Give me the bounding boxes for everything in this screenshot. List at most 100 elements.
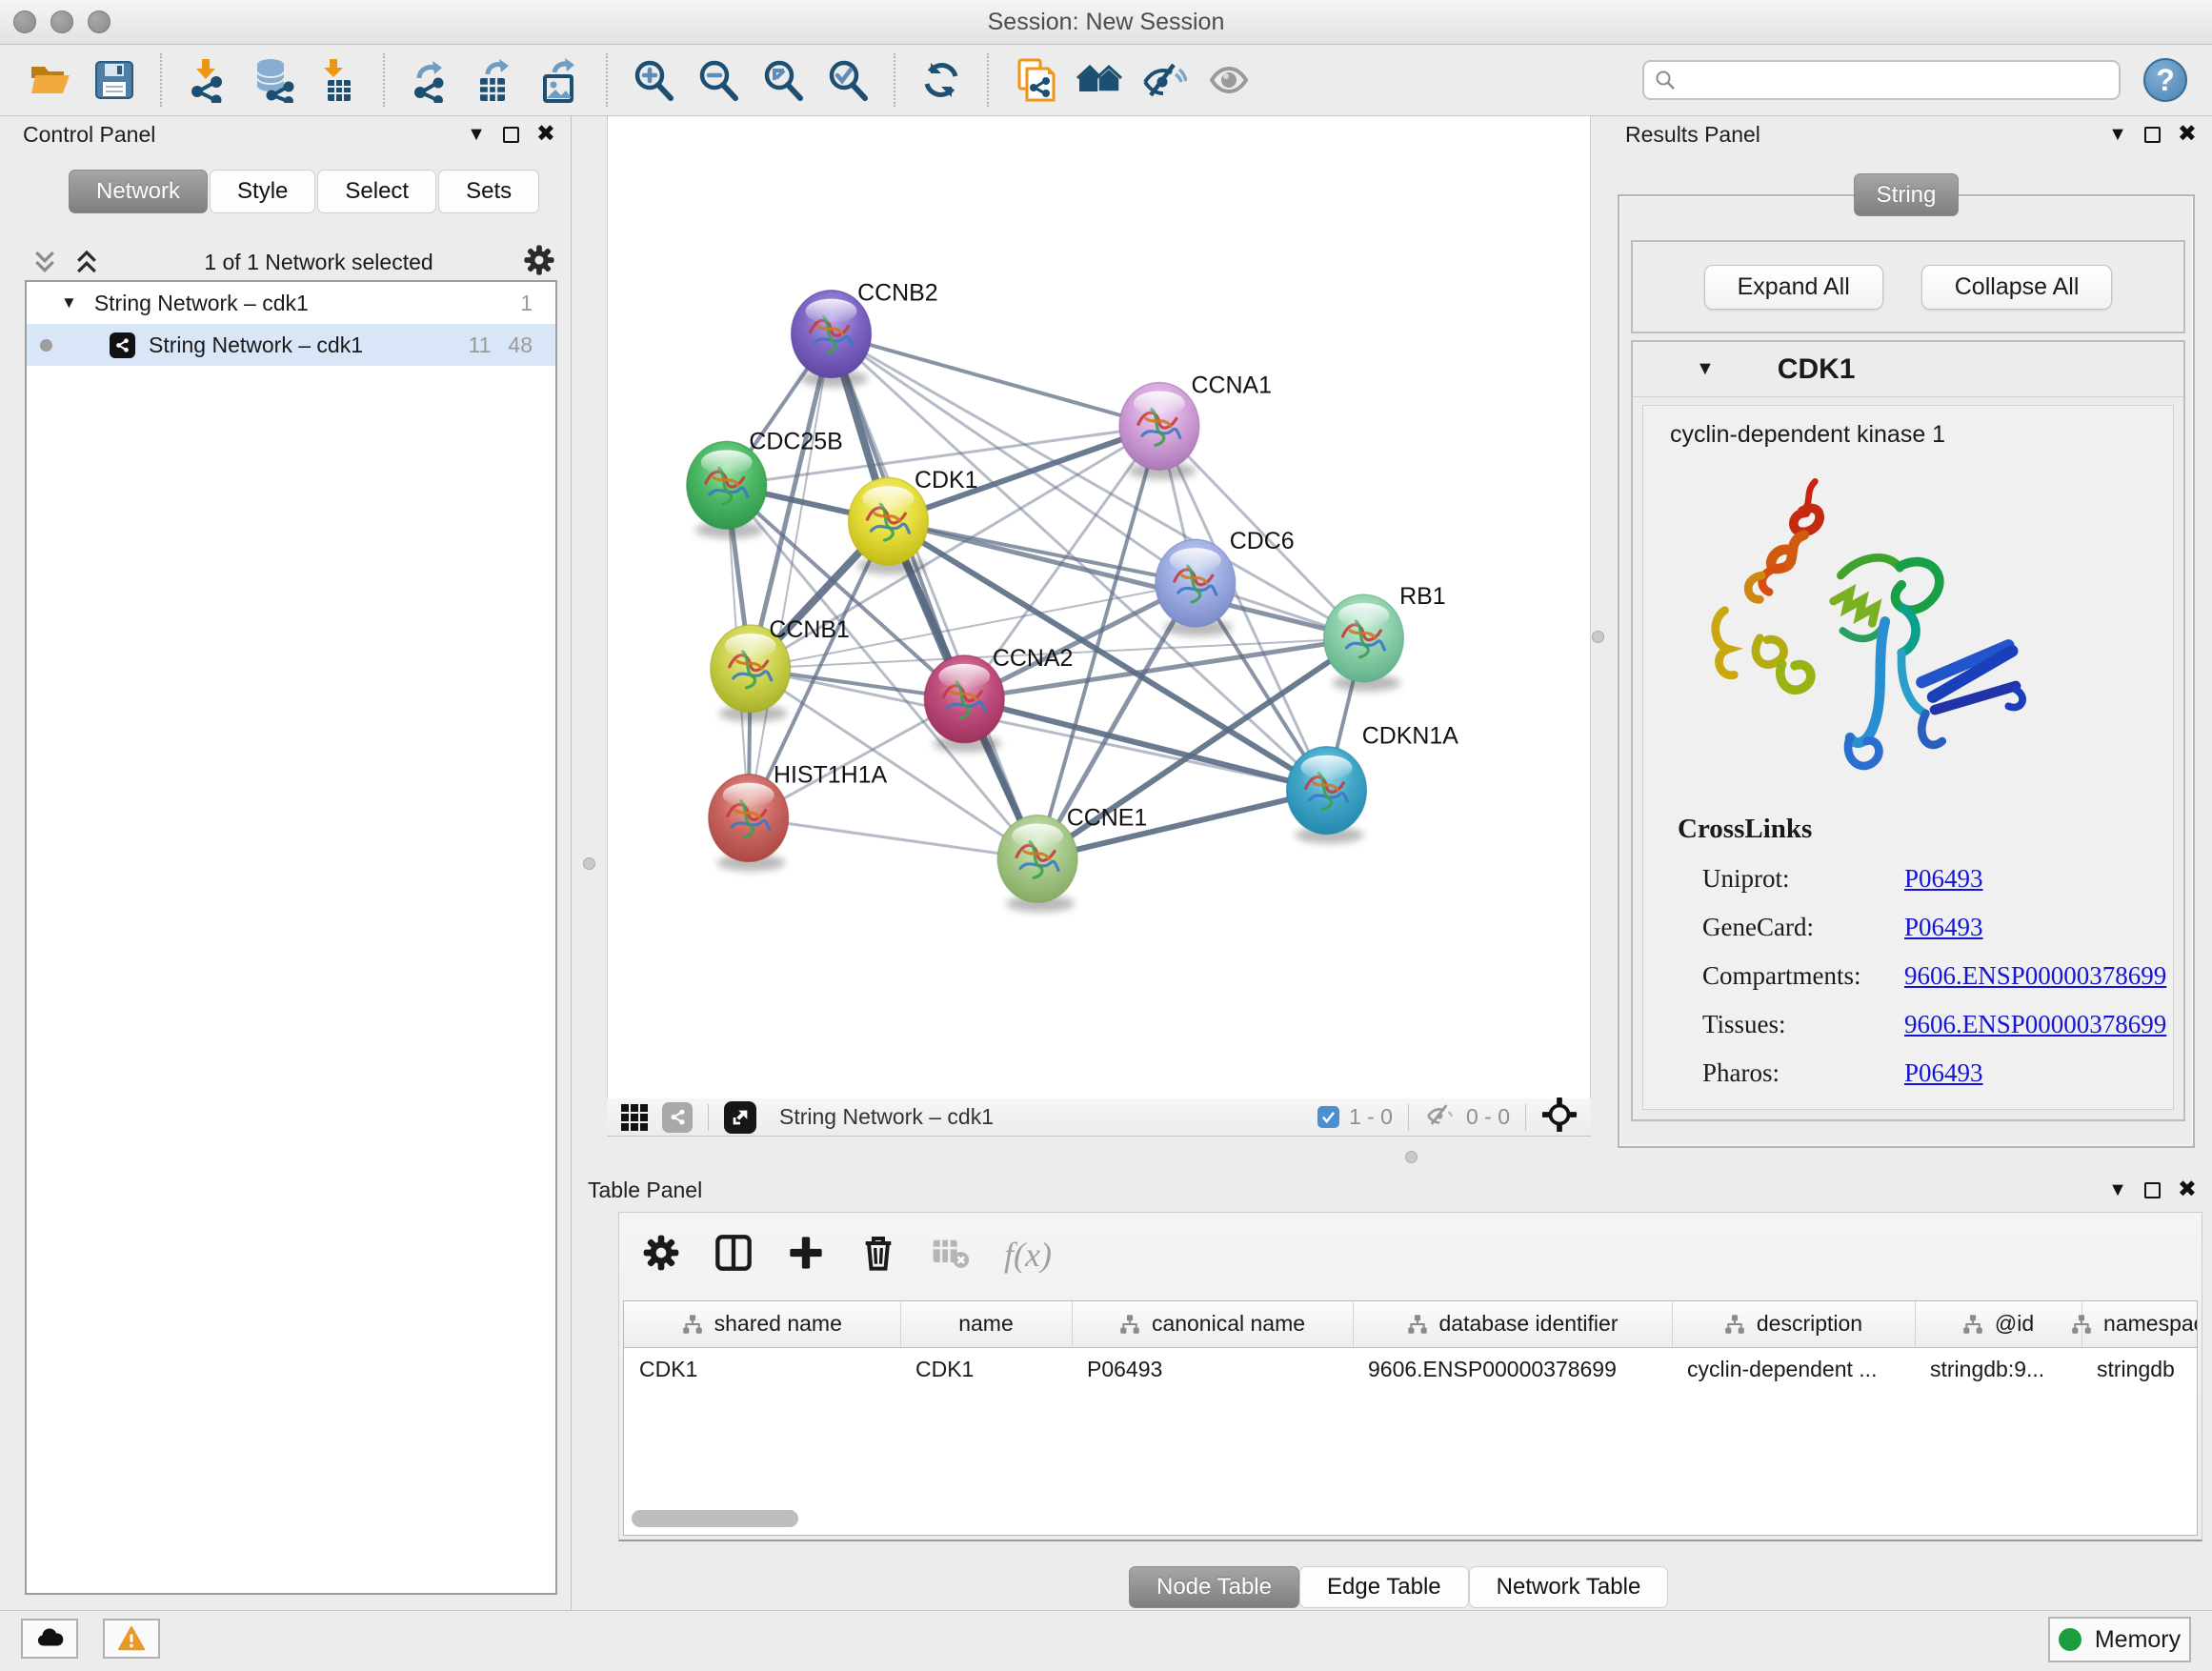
left-splitter-handle[interactable] (583, 857, 595, 870)
export-network-icon[interactable] (404, 53, 457, 107)
protein-structure-image (1699, 465, 2061, 796)
horizontal-scrollbar[interactable] (632, 1510, 2189, 1529)
selected-checkbox-icon[interactable] (1317, 1106, 1339, 1128)
network-node-HIST1H1A[interactable] (709, 775, 789, 872)
import-network-database-icon[interactable] (246, 53, 299, 107)
panel-close-icon[interactable]: ✖ (536, 123, 555, 146)
copy-share-document-icon[interactable] (1008, 53, 1061, 107)
column-header-database-identifier[interactable]: database identifier (1353, 1301, 1672, 1347)
panel-menu-icon[interactable]: ▼ (2108, 1179, 2127, 1201)
crosslink-link[interactable]: P06493 (1904, 913, 1983, 941)
create-column-icon[interactable] (787, 1234, 825, 1277)
table-options-gear-icon[interactable] (642, 1234, 680, 1277)
crosslink-link[interactable]: 9606.ENSP00000378699 (1904, 1010, 2166, 1038)
tab-node-table[interactable]: Node Table (1129, 1566, 1299, 1608)
network-node-RB1[interactable] (1324, 594, 1404, 692)
network-edge-CCNB2-HIST1H1A[interactable] (749, 334, 832, 818)
open-folder-icon[interactable] (23, 53, 76, 107)
import-network-icon[interactable] (181, 53, 234, 107)
panel-float-icon[interactable] (2144, 127, 2161, 143)
crosslink-link[interactable]: P06493 (1904, 1058, 1983, 1087)
network-edge-CCNE1-HIST1H1A[interactable] (749, 818, 1037, 859)
node-table-container: f(x) shared namenamecanonical namedataba… (618, 1212, 2202, 1541)
crosslink-link[interactable]: 9606.ENSP00000378699 (1904, 961, 2166, 990)
zoom-out-icon[interactable] (692, 53, 745, 107)
expand-all-button[interactable]: Expand All (1704, 265, 1883, 310)
network-row-selected[interactable]: String Network – cdk1 11 48 (27, 324, 555, 366)
table-cell[interactable]: stringdb (2081, 1347, 2198, 1391)
network-node-CDKN1A[interactable] (1287, 747, 1367, 844)
tab-sets[interactable]: Sets (438, 170, 539, 213)
tab-edge-table[interactable]: Edge Table (1299, 1566, 1469, 1608)
zoom-fit-icon[interactable] (756, 53, 810, 107)
collection-count: 1 (520, 291, 533, 316)
panel-close-icon[interactable]: ✖ (2178, 123, 2197, 146)
network-node-CDC25B[interactable] (687, 441, 767, 538)
horizontal-splitter-handle[interactable] (1405, 1151, 1418, 1163)
network-graph[interactable]: CCNB2CCNA1CDC25BCDK1CDC6RB1CCNB1CCNA2CDK… (608, 116, 1590, 1098)
tab-select[interactable]: Select (317, 170, 436, 213)
zoom-selected-icon[interactable] (821, 53, 875, 107)
crosslink-link[interactable]: P06493 (1904, 864, 1983, 893)
grid-view-icon[interactable] (620, 1103, 649, 1132)
detach-view-icon[interactable] (724, 1101, 756, 1134)
table-cell[interactable]: CDK1 (624, 1347, 900, 1391)
help-button[interactable]: ? (2143, 58, 2187, 102)
table-cell[interactable]: P06493 (1072, 1347, 1353, 1391)
column-header--id[interactable]: @id (1915, 1301, 2081, 1347)
collection-expand-icon[interactable]: ▼ (61, 293, 77, 312)
expand-all-icon[interactable] (72, 248, 101, 276)
protein-section-header[interactable]: ▼ CDK1 (1633, 342, 2183, 397)
hide-selection-eye-icon[interactable] (1137, 53, 1191, 107)
memory-button[interactable]: Memory (2048, 1617, 2191, 1662)
collapse-all-button[interactable]: Collapse All (1921, 265, 2113, 310)
delete-column-trash-icon[interactable] (859, 1234, 897, 1277)
crosslink-row: Tissues:9606.ENSP00000378699 (1678, 1000, 2154, 1049)
network-edge-CCNA2-CDKN1A[interactable] (964, 699, 1326, 791)
column-header-namespace[interactable]: namespace (2081, 1301, 2198, 1347)
cloud-status-button[interactable] (21, 1619, 78, 1659)
panel-menu-icon[interactable]: ▼ (467, 124, 486, 146)
tab-style[interactable]: Style (210, 170, 315, 213)
network-edge-CCNE1-CCNA1[interactable] (1037, 426, 1159, 858)
network-options-gear-icon[interactable] (523, 244, 555, 281)
column-header-description[interactable]: description (1672, 1301, 1915, 1347)
table-cell[interactable]: 9606.ENSP00000378699 (1353, 1347, 1672, 1391)
table-cell[interactable]: stringdb:9... (1915, 1347, 2081, 1391)
export-image-icon[interactable] (533, 53, 587, 107)
table-cell[interactable]: cyclin-dependent ... (1672, 1347, 1915, 1391)
panel-menu-icon[interactable]: ▼ (2108, 124, 2127, 146)
network-canvas[interactable]: CCNB2CCNA1CDC25BCDK1CDC6RB1CCNB1CCNA2CDK… (607, 116, 1591, 1098)
save-session-icon[interactable] (88, 53, 141, 107)
scrollbar-thumb[interactable] (632, 1510, 798, 1527)
network-node-CDC6[interactable] (1156, 539, 1236, 636)
birds-eye-view-icon[interactable] (1541, 1097, 1578, 1138)
column-header-shared-name[interactable]: shared name (624, 1301, 900, 1347)
search-input[interactable] (1684, 68, 2109, 92)
panel-float-icon[interactable] (503, 127, 519, 143)
panel-float-icon[interactable] (2144, 1182, 2161, 1198)
export-table-icon[interactable] (469, 53, 522, 107)
tab-network-table[interactable]: Network Table (1469, 1566, 1669, 1608)
table-row[interactable]: CDK1CDK1P064939606.ENSP00000378699cyclin… (624, 1347, 2198, 1391)
column-header-canonical-name[interactable]: canonical name (1072, 1301, 1353, 1347)
network-collection-row[interactable]: ▼ String Network – cdk1 1 (27, 282, 555, 324)
table-cell[interactable]: CDK1 (900, 1347, 1072, 1391)
zoom-in-icon[interactable] (627, 53, 680, 107)
show-eye-icon[interactable] (1202, 53, 1256, 107)
network-node-CCNE1[interactable] (997, 815, 1077, 913)
network-icon (110, 332, 135, 358)
panel-close-icon[interactable]: ✖ (2178, 1178, 2197, 1201)
warnings-button[interactable] (103, 1619, 160, 1659)
show-columns-icon[interactable] (714, 1234, 753, 1277)
import-table-icon[interactable] (311, 53, 364, 107)
tab-string[interactable]: String (1854, 173, 1959, 216)
collapse-all-icon[interactable] (30, 248, 59, 276)
refresh-icon[interactable] (915, 53, 968, 107)
tab-network[interactable]: Network (69, 170, 208, 213)
right-splitter-handle[interactable] (1592, 631, 1604, 643)
column-header-name[interactable]: name (900, 1301, 1072, 1347)
network-style-icon[interactable] (662, 1102, 693, 1133)
collapse-section-icon[interactable]: ▼ (1696, 358, 1715, 380)
home-networks-icon[interactable] (1073, 53, 1126, 107)
